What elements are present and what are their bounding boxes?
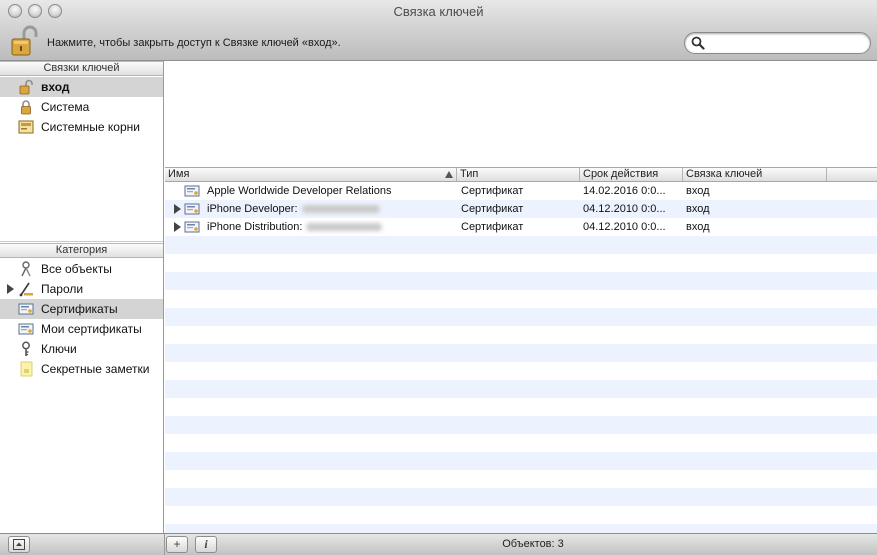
certificate-icon <box>184 185 200 197</box>
column-header-expires[interactable]: Срок действия <box>580 168 683 181</box>
key-icon <box>22 341 30 356</box>
secure-note-icon <box>20 361 33 377</box>
redacted-text <box>306 223 383 232</box>
sidebar-item-passwords[interactable]: Пароли <box>0 279 163 299</box>
lock-hint-text: Нажмите, чтобы закрыть доступ к Связке к… <box>47 37 341 49</box>
keychains-header: Связки ключей <box>0 61 163 76</box>
certificate-icon <box>18 303 34 315</box>
lock-icon <box>21 100 31 115</box>
sidebar-item-label: Сертификаты <box>41 302 118 316</box>
column-header-type[interactable]: Тип <box>457 168 580 181</box>
sidebar-item-keys[interactable]: Ключи <box>0 339 163 359</box>
cell-name: Apple Worldwide Developer Relations <box>207 185 392 197</box>
cell-type: Сертификат <box>461 185 524 197</box>
table-row[interactable]: Apple Worldwide Developer Relations Серт… <box>165 182 877 200</box>
eject-icon <box>13 539 25 550</box>
sidebar-item-secure-notes[interactable]: Секретные заметки <box>0 359 163 379</box>
cell-keychain: вход <box>686 203 710 215</box>
sidebar-splitter[interactable] <box>0 241 163 242</box>
window-title: Связка ключей <box>393 4 484 19</box>
item-preview-pane <box>165 61 877 167</box>
cell-name-text: iPhone Distribution: <box>207 221 303 233</box>
sidebar-item-login[interactable]: вход <box>0 77 163 97</box>
sidebar-item-label: Система <box>41 100 90 114</box>
open-lock-icon <box>19 79 33 95</box>
sidebar-item-certificates[interactable]: Сертификаты <box>0 299 163 319</box>
lock-keychain-button[interactable] <box>10 25 40 56</box>
table-row[interactable]: iPhone Developer: Сертификат 04.12.2010 … <box>165 200 877 218</box>
cell-name-text: iPhone Developer: <box>207 203 298 215</box>
cell-expires: 04.12.2010 0:0... <box>583 221 666 233</box>
cell-type: Сертификат <box>461 221 524 233</box>
sidebar-item-label: Системные корни <box>41 120 140 134</box>
certificate-folder-icon <box>18 120 34 134</box>
table-row[interactable]: iPhone Distribution: Сертификат 04.12.20… <box>165 218 877 236</box>
search-input[interactable] <box>707 35 865 51</box>
main-pane: Имя Тип Срок действия Связка ключей Appl… <box>165 61 877 533</box>
table-header: Имя Тип Срок действия Связка ключей <box>165 167 877 182</box>
sidebar-item-label: Пароли <box>41 282 84 296</box>
toolbar: Связка ключей Нажмите, чтобы закрыть дос… <box>0 0 877 61</box>
column-header-label: Имя <box>168 168 190 180</box>
keychain-window: Связка ключей Нажмите, чтобы закрыть дос… <box>0 0 877 555</box>
get-info-button[interactable]: i <box>195 536 217 553</box>
sidebar-item-system[interactable]: Система <box>0 97 163 117</box>
all-items-icon <box>21 261 31 277</box>
sidebar-item-label: Мои сертификаты <box>41 322 142 336</box>
sidebar-item-label: вход <box>41 80 70 94</box>
cell-keychain: вход <box>686 221 710 233</box>
cell-name: iPhone Developer: <box>207 202 455 216</box>
sidebar-item-my-certificates[interactable]: Мои сертификаты <box>0 319 163 339</box>
redacted-text <box>301 205 380 214</box>
cell-expires: 14.02.2016 0:0... <box>583 185 666 197</box>
open-padlock-icon <box>11 25 38 56</box>
item-count-label: Объектов: 3 <box>502 538 564 550</box>
disclosure-triangle-icon[interactable] <box>7 284 14 294</box>
toggle-sidebar-button[interactable] <box>8 536 30 553</box>
bottom-divider <box>164 534 165 555</box>
cell-type: Сертификат <box>461 203 524 215</box>
disclosure-triangle-icon[interactable] <box>174 204 181 214</box>
certificates-table: Apple Worldwide Developer Relations Серт… <box>165 182 877 533</box>
sidebar: Связки ключей вход Система Системные кор… <box>0 61 164 533</box>
disclosure-triangle-icon[interactable] <box>174 222 181 232</box>
sort-ascending-icon <box>445 171 453 178</box>
column-header-keychain[interactable]: Связка ключей <box>683 168 827 181</box>
search-icon <box>691 36 705 50</box>
sidebar-item-all-items[interactable]: Все объекты <box>0 259 163 279</box>
my-certificate-icon <box>18 323 34 335</box>
search-field[interactable] <box>684 32 871 54</box>
sidebar-item-system-roots[interactable]: Системные корни <box>0 117 163 137</box>
column-header-name[interactable]: Имя <box>165 168 457 181</box>
cell-expires: 04.12.2010 0:0... <box>583 203 666 215</box>
passwords-icon <box>19 282 33 297</box>
cell-name: iPhone Distribution: <box>207 220 455 234</box>
certificate-icon <box>184 203 200 215</box>
sidebar-item-label: Ключи <box>41 342 77 356</box>
sidebar-item-label: Секретные заметки <box>41 362 150 376</box>
sidebar-item-label: Все объекты <box>41 262 112 276</box>
certificate-icon <box>184 221 200 233</box>
add-item-button[interactable]: + <box>166 536 188 553</box>
cell-keychain: вход <box>686 185 710 197</box>
bottom-bar: Объектов: 3 + i <box>0 533 877 555</box>
category-header: Категория <box>0 243 163 258</box>
